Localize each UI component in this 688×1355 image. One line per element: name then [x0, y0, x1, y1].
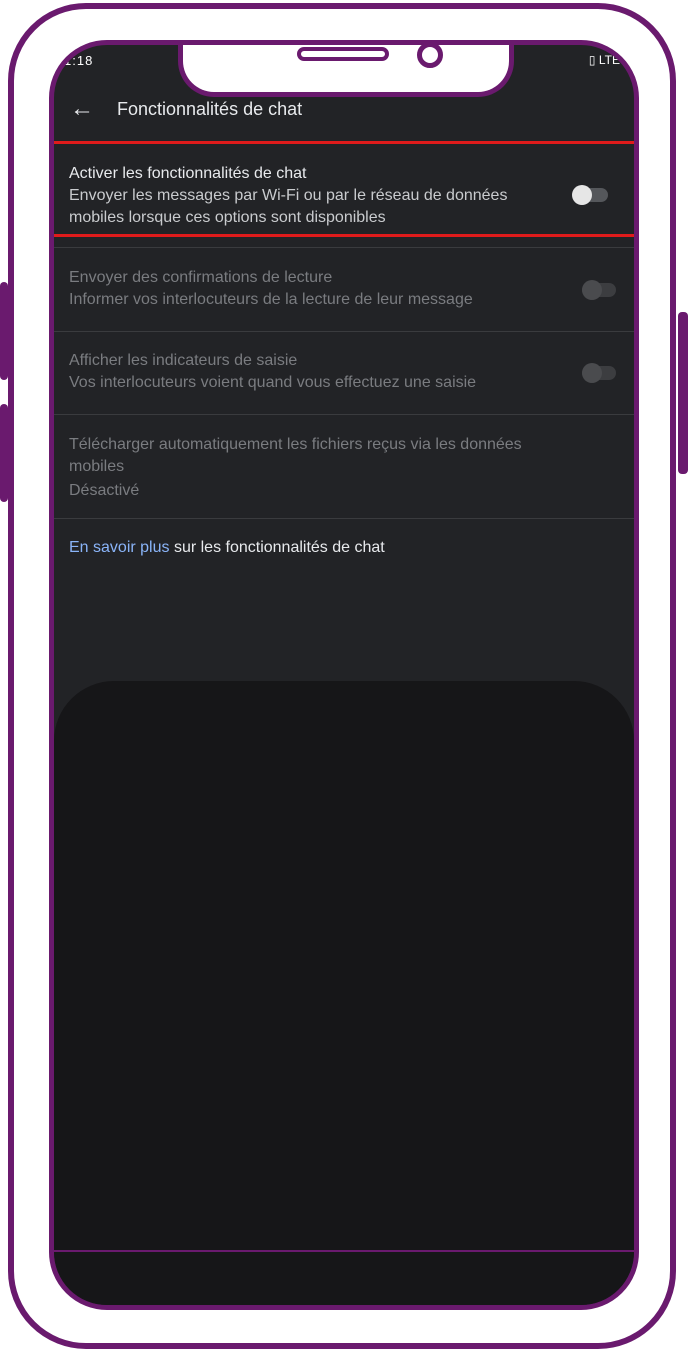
status-bar-right: ▯ LTE [589, 53, 620, 67]
divider [54, 331, 634, 332]
bottom-divider [54, 1250, 634, 1252]
read-receipts-toggle[interactable] [582, 280, 616, 300]
volume-up-button [0, 282, 8, 380]
app-bar: ← Fonctionnalités de chat [54, 91, 634, 131]
setting-description: mobiles lorsque ces options sont disponi… [69, 209, 386, 226]
divider [54, 518, 634, 519]
divider [54, 247, 634, 248]
vibrate-icon: ▯ [588, 53, 596, 67]
notch [178, 45, 514, 97]
setting-read-receipts[interactable]: Envoyer des confirmations de lecture Inf… [54, 267, 634, 311]
setting-description: Informer vos interlocuteurs de la lectur… [69, 291, 473, 308]
setting-title: Activer les fonctionnalités de chat [69, 165, 307, 182]
setting-title-continued: mobiles [69, 458, 125, 475]
learn-more-link[interactable]: En savoir plus [69, 539, 170, 556]
setting-typing-indicators[interactable]: Afficher les indicateurs de saisie Vos i… [54, 350, 634, 394]
power-button [678, 312, 688, 474]
front-camera [417, 45, 443, 68]
volume-down-button [0, 404, 8, 502]
setting-title: Afficher les indicateurs de saisie [69, 352, 298, 369]
setting-title: Télécharger automatiquement les fichiers… [69, 436, 522, 453]
back-arrow-icon[interactable]: ← [70, 95, 94, 123]
setting-title: Envoyer des confirmations de lecture [69, 269, 333, 286]
phone-screen: 1:18 ▯ LTE ← Fonctionnalités de chat Act… [49, 40, 639, 1310]
learn-more-rest: sur les fonctionnalités de chat [169, 539, 385, 556]
setting-enable-chat-features[interactable]: Activer les fonctionnalités de chat Envo… [54, 163, 634, 229]
setting-description: Vos interlocuteurs voient quand vous eff… [69, 374, 477, 391]
learn-more-text: En savoir plus sur les fonctionnalités d… [69, 539, 385, 557]
setting-auto-download[interactable]: Télécharger automatiquement les fichiers… [54, 434, 634, 502]
setting-description: Envoyer les messages par Wi-Fi ou par le… [69, 187, 508, 204]
network-type: LTE [598, 53, 620, 67]
enable-chat-toggle[interactable] [572, 185, 608, 205]
status-time: 1:18 [64, 53, 94, 68]
setting-value: Désactivé [69, 482, 140, 499]
speaker-grille [297, 47, 389, 61]
divider [54, 414, 634, 415]
bottom-sheet [54, 681, 634, 1305]
typing-indicators-toggle[interactable] [582, 363, 616, 383]
page-title: Fonctionnalités de chat [117, 99, 303, 119]
